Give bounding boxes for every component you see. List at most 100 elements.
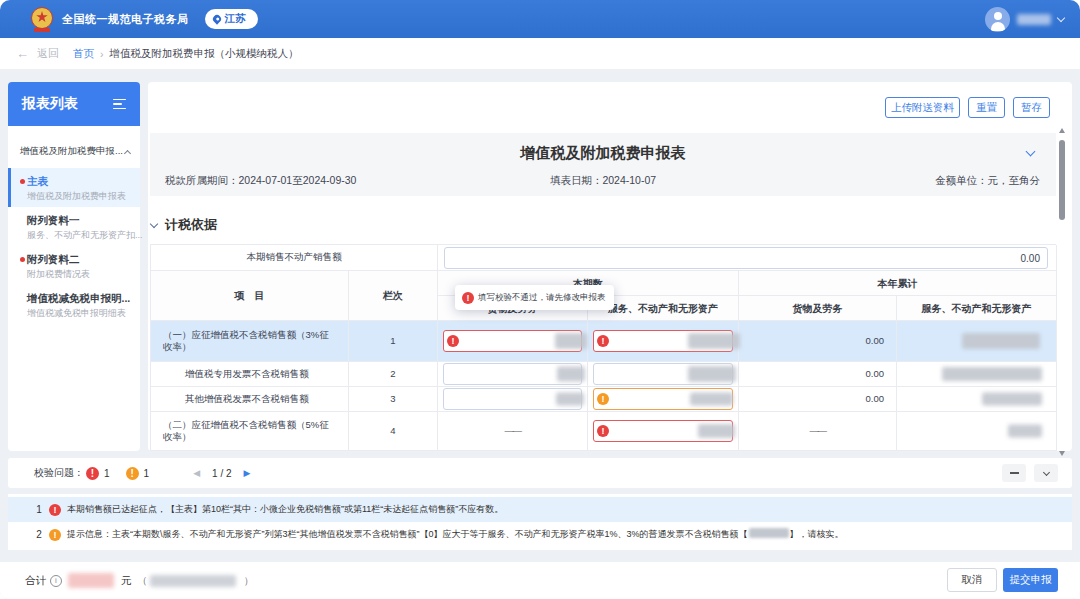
redacted-value bbox=[688, 366, 736, 382]
redacted-value bbox=[1008, 425, 1042, 438]
save-draft-button[interactable]: 暂存 bbox=[1013, 97, 1050, 118]
redacted-value bbox=[749, 528, 789, 538]
submit-button[interactable]: 提交申报 bbox=[1003, 568, 1058, 592]
pre-row-label: 本期销售不动产销售额 bbox=[151, 245, 438, 271]
col-header-item: 项 目 bbox=[151, 271, 349, 321]
main-panel: 上传附送资料 重置 暂存 增值税及附加税费申报表 税款所属期间：2024-07-… bbox=[148, 82, 1072, 451]
cell-ytd-services bbox=[897, 362, 1057, 387]
sidebar-item-reduction[interactable]: 增值税减免税申报明... 增值税减免税申报明细表 bbox=[8, 285, 140, 324]
error-count: 1 bbox=[104, 468, 110, 479]
redacted-value bbox=[942, 367, 1042, 381]
issue-row[interactable]: 2 ! 提示信息：主表“本期数\服务、不动产和无形资产”列第3栏“其他增值税发票… bbox=[8, 522, 1072, 547]
prev-page-icon[interactable]: ◀ bbox=[193, 468, 200, 478]
collapse-list-icon[interactable] bbox=[113, 99, 126, 110]
region-badge[interactable]: 江苏 bbox=[205, 9, 258, 29]
validation-tooltip: ! 填写校验不通过，请先修改申报表 bbox=[455, 285, 614, 310]
error-icon: ! bbox=[447, 335, 459, 347]
sidebar-item-appendix-2[interactable]: 附列资料二 附加税费情况表 bbox=[8, 246, 140, 285]
unsaved-dot bbox=[20, 179, 25, 184]
cell-current-services: ! bbox=[588, 321, 739, 362]
redacted-value bbox=[982, 393, 1042, 406]
row-label: 其他增值税发票不含税销售额 bbox=[151, 387, 349, 412]
cell-current-services bbox=[588, 362, 739, 387]
sidebar-item-appendix-1[interactable]: 附列资料一 服务、不动产和无形资产扣... bbox=[8, 207, 140, 246]
scrollbar-thumb[interactable] bbox=[1059, 140, 1065, 220]
cell-ytd-services bbox=[897, 321, 1057, 362]
upload-attachment-button[interactable]: 上传附送资料 bbox=[885, 97, 960, 118]
cell-current-services: ! bbox=[588, 412, 739, 451]
cell-current-goods: ! bbox=[438, 321, 588, 362]
redacted-value bbox=[556, 393, 584, 406]
cell-current-goods bbox=[438, 387, 588, 412]
sidebar-header: 报表列表 bbox=[8, 82, 140, 126]
issue-row[interactable]: 1 ! 本期销售额已达起征点，【主表】第10栏“其中：小微企业免税销售额”或第1… bbox=[8, 497, 1072, 522]
cell-ytd-goods: —— bbox=[739, 412, 897, 451]
row-label: 增值税专用发票不含税销售额 bbox=[151, 362, 349, 387]
redacted-value bbox=[962, 333, 1040, 349]
info-icon: i bbox=[50, 575, 62, 587]
redacted-value bbox=[557, 367, 585, 382]
breadcrumb: ← 返回 首页 › 增值税及附加税费申报（小规模纳税人） bbox=[0, 38, 1080, 70]
breadcrumb-home[interactable]: 首页 bbox=[73, 47, 94, 61]
footer-bar: 合计 i 元 （ ） 取消 提交申报 bbox=[0, 562, 1080, 599]
cell-current-goods: —— bbox=[438, 412, 588, 451]
cell-ytd-services bbox=[897, 412, 1057, 451]
unit-label: 元 bbox=[121, 574, 132, 588]
vertical-scrollbar[interactable] bbox=[1058, 126, 1066, 458]
warning-count: 1 bbox=[144, 468, 150, 479]
sidebar-group[interactable]: 增值税及附加税费申报... bbox=[8, 126, 140, 158]
avatar[interactable] bbox=[985, 7, 1010, 32]
warning-icon: ! bbox=[597, 393, 609, 405]
error-count-icon: ! bbox=[86, 467, 99, 480]
cell-current-services: ! bbox=[588, 387, 739, 412]
redacted-value bbox=[698, 424, 735, 438]
redacted-value bbox=[555, 333, 587, 349]
cell-ytd-goods: 0.00 bbox=[739, 387, 897, 412]
declaration-table: 本期销售不动产销售额 0.00 项 目 栏次 本期数 本年累计 货物及劳务 服务… bbox=[150, 244, 1056, 451]
cell-ytd-services bbox=[897, 387, 1057, 412]
minimize-panel-button[interactable] bbox=[1002, 464, 1026, 482]
cell-ytd-goods: 0.00 bbox=[739, 321, 897, 362]
validation-label: 校验问题： bbox=[34, 466, 84, 480]
redacted-value bbox=[688, 333, 740, 349]
reset-button[interactable]: 重置 bbox=[968, 97, 1005, 118]
app-window: 全国统一规范电子税务局 江苏 ← 返回 首页 › 增值税及附加税费申报（小规模纳… bbox=[0, 0, 1080, 599]
sidebar: 报表列表 增值税及附加税费申报... 主表 增值税及附加税费申报表 附列资料一 … bbox=[8, 82, 140, 451]
user-name-redacted bbox=[1017, 14, 1051, 25]
redacted-total bbox=[68, 573, 114, 588]
pre-row-cell: 0.00 bbox=[438, 245, 1057, 271]
sidebar-item-main-form[interactable]: 主表 增值税及附加税费申报表 bbox=[8, 168, 140, 207]
redacted-value bbox=[690, 393, 733, 406]
scroll-up-icon[interactable] bbox=[1059, 128, 1065, 133]
unsaved-dot bbox=[20, 257, 25, 262]
collapse-panel-button[interactable] bbox=[1034, 464, 1058, 482]
app-header: 全国统一规范电子税务局 江苏 bbox=[0, 0, 1080, 38]
location-pin-icon bbox=[211, 13, 222, 24]
col-header-goods: 货物及劳务 bbox=[739, 296, 897, 321]
cell-ytd-goods: 0.00 bbox=[739, 362, 897, 387]
col-header-no: 栏次 bbox=[349, 271, 438, 321]
section-chevron-icon bbox=[150, 219, 158, 227]
realty-sales-input[interactable] bbox=[444, 247, 1048, 269]
error-icon: ! bbox=[597, 335, 609, 347]
redacted-detail bbox=[150, 575, 236, 587]
warning-icon: ! bbox=[49, 529, 61, 541]
total-label: 合计 bbox=[25, 574, 46, 588]
app-title: 全国统一规范电子税务局 bbox=[62, 12, 189, 27]
back-button[interactable]: 返回 bbox=[37, 46, 59, 61]
col-header-ytd: 本年累计 bbox=[739, 271, 1057, 296]
chevron-down-icon[interactable] bbox=[1057, 13, 1065, 21]
row-label: （二）应征增值税不含税销售额（5%征收率） bbox=[151, 412, 349, 451]
chevron-up-icon bbox=[124, 149, 131, 156]
next-page-icon[interactable]: ▶ bbox=[244, 468, 251, 478]
section-header[interactable]: 计税依据 bbox=[151, 216, 217, 234]
form-title: 增值税及附加税费申报表 bbox=[150, 144, 1056, 163]
cancel-button[interactable]: 取消 bbox=[947, 568, 997, 592]
form-title-band: 增值税及附加税费申报表 税款所属期间：2024-07-01至2024-09-30… bbox=[150, 133, 1056, 196]
tax-emblem-logo bbox=[31, 7, 53, 31]
error-icon: ! bbox=[597, 425, 609, 437]
back-arrow-icon[interactable]: ← bbox=[16, 46, 29, 61]
col-header-services: 服务、不动产和无形资产 bbox=[897, 296, 1057, 321]
amount-unit: 金额单位：元，至角分 bbox=[935, 174, 1040, 188]
scroll-down-icon[interactable] bbox=[1059, 451, 1065, 456]
